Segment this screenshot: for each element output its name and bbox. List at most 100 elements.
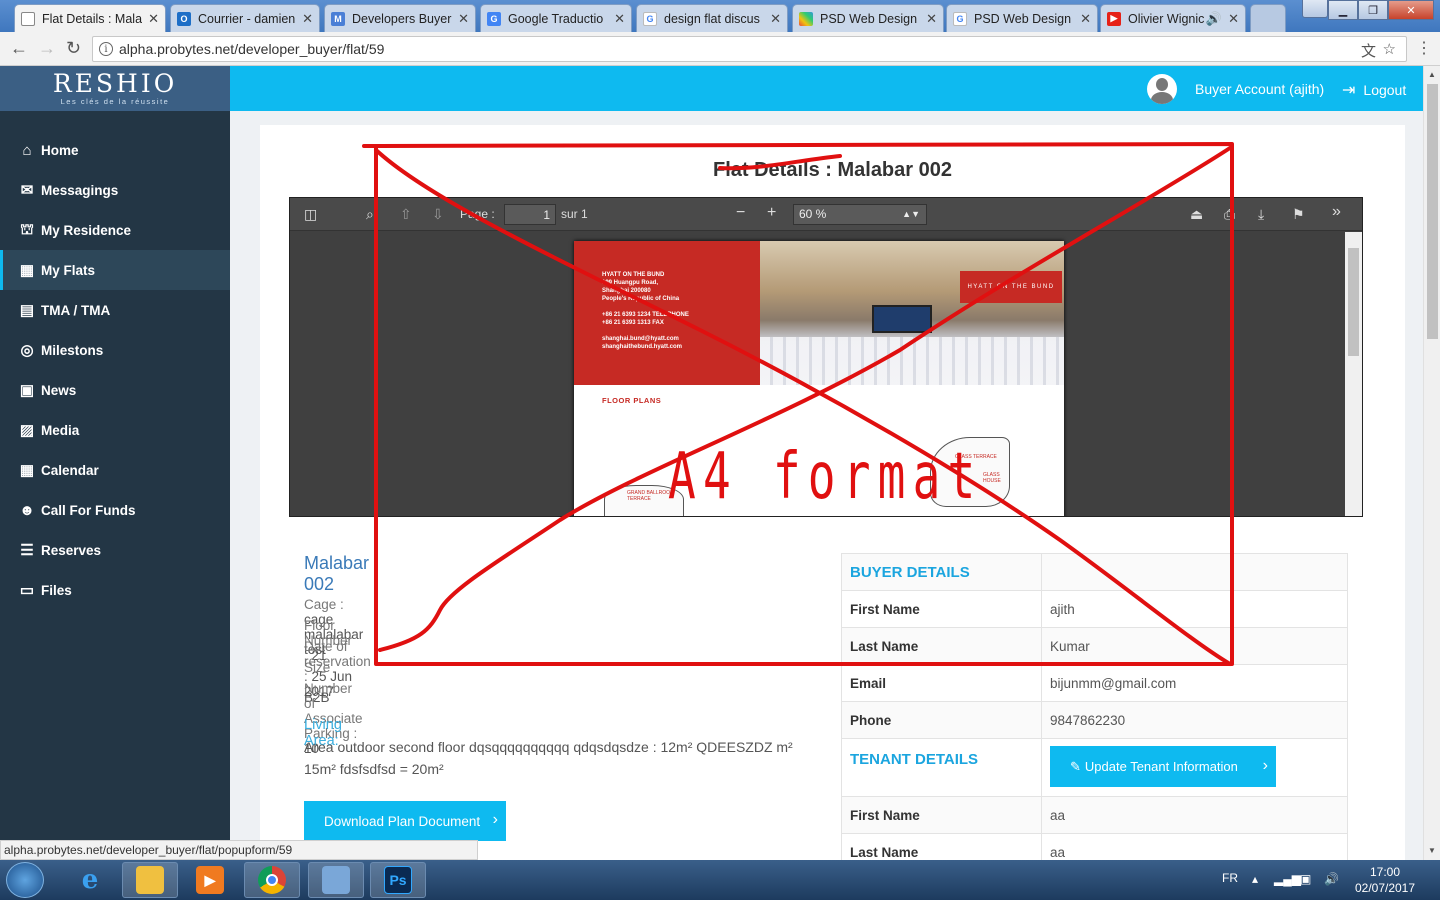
network-icon[interactable]: ▣ <box>1300 872 1311 886</box>
forward-icon[interactable]: → <box>38 38 56 59</box>
close-icon[interactable]: ✕ <box>770 11 781 27</box>
sidebar-item-home[interactable]: ⌂ Home <box>0 130 230 170</box>
close-icon[interactable]: ✕ <box>148 11 159 27</box>
window-taskbar-button[interactable] <box>308 862 364 898</box>
flat-name: Malabar 002 <box>304 553 370 594</box>
tab-psd-web-design-1[interactable]: PSD Web Design ✕ <box>792 4 944 32</box>
tab-psd-web-design-2[interactable]: G PSD Web Design ✕ <box>946 4 1098 32</box>
sidebar-item-my-flats[interactable]: ▦ My Flats <box>0 250 230 290</box>
profile-icon[interactable] <box>1302 0 1328 18</box>
edit-icon: ✎ <box>1070 758 1081 774</box>
media-player-taskbar-button[interactable]: ▶ <box>182 862 238 898</box>
tray-expand-icon[interactable]: ▴ <box>1252 872 1258 886</box>
new-tab-button[interactable] <box>1250 4 1286 32</box>
tab-google-traduction[interactable]: G Google Traductio ✕ <box>480 4 632 32</box>
close-icon[interactable]: ✕ <box>1228 11 1239 27</box>
sidebar-item-messagings[interactable]: ✉ Messagings <box>0 170 230 210</box>
avatar[interactable] <box>1147 74 1177 104</box>
page-scrollbar[interactable]: ▲ ▼ <box>1423 66 1440 860</box>
previous-page-icon[interactable]: ⇧ <box>400 206 412 223</box>
status-bar-url: alpha.probytes.net/developer_buyer/flat/… <box>0 840 478 860</box>
photoshop-taskbar-button[interactable]: Ps <box>370 862 426 898</box>
sidebar-item-tma[interactable]: ▤ TMA / TMA <box>0 290 230 330</box>
bookmark-icon[interactable]: ⚑ <box>1292 206 1305 223</box>
sidebar-item-reserves[interactable]: ☰ Reserves <box>0 530 230 570</box>
tab-olivier-wignic[interactable]: ▶ Olivier Wignic 🔊 ✕ <box>1100 4 1246 32</box>
logo-tagline: Les clés de la réussite <box>60 97 170 106</box>
calendar-icon: ▦ <box>19 462 35 479</box>
download-plan-button[interactable]: Download Plan Document › <box>304 801 506 841</box>
bookmark-star-icon[interactable]: ☆ <box>1383 40 1396 58</box>
pdf-scrollbar-thumb[interactable] <box>1348 248 1359 356</box>
info-icon[interactable]: i <box>99 42 113 56</box>
sidebar-item-label: Calendar <box>41 462 99 478</box>
sidebar-item-call-for-funds[interactable]: ☻ Call For Funds <box>0 490 230 530</box>
translate-icon[interactable]: 文 <box>1361 40 1376 61</box>
print-icon[interactable]: ⎙ <box>1224 206 1235 223</box>
back-icon[interactable]: ← <box>10 38 28 59</box>
close-icon[interactable]: ✕ <box>614 11 625 27</box>
sidebar-item-milestons[interactable]: ◎ Milestons <box>0 330 230 370</box>
explorer-taskbar-button[interactable] <box>122 862 178 898</box>
sidebar-item-calendar[interactable]: ▦ Calendar <box>0 450 230 490</box>
start-button[interactable] <box>6 862 44 898</box>
open-file-icon[interactable]: ⏏ <box>1190 206 1203 223</box>
menu-icon[interactable]: ⋮ <box>1416 38 1432 58</box>
tab-label: Google Traductio <box>508 11 604 26</box>
search-icon[interactable]: ⌕ <box>366 206 374 223</box>
logout-label: Logout <box>1363 82 1407 98</box>
sidebar-item-label: TMA / TMA <box>41 302 111 318</box>
scroll-down-icon[interactable]: ▼ <box>1428 846 1436 855</box>
sidebar-item-files[interactable]: ▭ Files <box>0 570 230 610</box>
home-icon: ⌂ <box>22 141 32 159</box>
browser-tab-strip: Flat Details : Mala ✕ O Courrier - damie… <box>0 0 1440 32</box>
close-icon[interactable]: ✕ <box>302 11 313 27</box>
living-area-line: 15m² fdsfsdfsd = 20m² <box>304 761 444 777</box>
page-scrollbar-thumb[interactable] <box>1427 84 1438 339</box>
zoom-out-icon[interactable]: − <box>736 204 745 222</box>
chrome-taskbar-button[interactable] <box>244 862 300 898</box>
row-label: Email <box>842 665 1042 701</box>
sidebar-item-media[interactable]: ▨ Media <box>0 410 230 450</box>
table-row: First Name aa <box>841 797 1348 834</box>
reload-icon[interactable]: ↻ <box>66 38 81 59</box>
download-icon[interactable]: ⤓ <box>1258 206 1264 223</box>
outlook-icon: O <box>177 11 191 26</box>
tab-design-flat[interactable]: G design flat discus ✕ <box>636 4 788 32</box>
ie-taskbar-button[interactable]: e <box>62 862 118 898</box>
chevron-right-icon: › <box>492 811 498 828</box>
signal-icon[interactable]: ▂▄▆ <box>1274 872 1301 886</box>
close-icon[interactable]: ✕ <box>926 11 937 27</box>
zoom-select[interactable]: 60 % ▲▼ <box>793 204 927 225</box>
restore-icon[interactable]: ❐ <box>1358 0 1388 20</box>
folder-icon <box>136 866 164 894</box>
tab-developers-buyer[interactable]: M Developers Buyer ✕ <box>324 4 476 32</box>
phone-line: +86 21 6393 1234 TELEPHONE <box>602 312 689 318</box>
minimize-icon[interactable]: ▁ <box>1328 0 1358 20</box>
tab-courrier[interactable]: O Courrier - damien ✕ <box>170 4 320 32</box>
row-label: First Name <box>842 591 1042 627</box>
account-name[interactable]: Buyer Account (ajith) <box>1195 81 1324 97</box>
scroll-up-icon[interactable]: ▲ <box>1428 70 1436 79</box>
clock[interactable]: 17:00 02/07/2017 <box>1350 864 1420 896</box>
window-close-icon[interactable]: ✕ <box>1388 0 1434 20</box>
url-field[interactable]: i alpha.probytes.net/developer_buyer/fla… <box>92 36 1407 62</box>
sidebar-toggle-icon[interactable]: ◫ <box>304 206 317 223</box>
sidebar-item-my-residence[interactable]: ⛫ My Residence <box>0 210 230 250</box>
volume-icon[interactable]: 🔊 <box>1324 872 1339 886</box>
zoom-in-icon[interactable]: + <box>767 204 776 222</box>
tab-flat-details[interactable]: Flat Details : Mala ✕ <box>14 4 166 32</box>
sidebar-item-news[interactable]: ▣ News <box>0 370 230 410</box>
close-icon[interactable]: ✕ <box>458 11 469 27</box>
close-icon[interactable]: ✕ <box>1080 11 1091 27</box>
language-indicator[interactable]: FR <box>1222 871 1238 885</box>
row-label: Phone <box>842 702 1042 738</box>
pdf-scrollbar[interactable] <box>1345 232 1362 516</box>
logo[interactable]: RESHIO Les clés de la réussite <box>0 66 230 111</box>
page-number-input[interactable] <box>504 204 556 225</box>
address-line: People's Republic of China <box>602 296 680 302</box>
next-page-icon[interactable]: ⇩ <box>432 206 444 223</box>
update-tenant-button[interactable]: ✎ Update Tenant Information › <box>1050 746 1276 787</box>
logout-button[interactable]: ⇥ Logout <box>1342 80 1406 100</box>
more-tools-icon[interactable]: » <box>1332 203 1341 221</box>
